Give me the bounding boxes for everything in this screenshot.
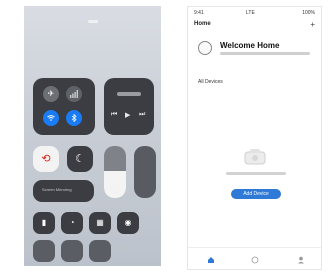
orientation-lock-icon: ⟲ xyxy=(41,152,51,165)
profile-icon xyxy=(298,256,304,264)
wifi-toggle[interactable] xyxy=(43,110,59,126)
calculator-button[interactable]: ▦ xyxy=(89,212,111,234)
control-button-1[interactable] xyxy=(33,240,55,262)
bluetooth-icon xyxy=(66,110,82,126)
brightness-sun-icon xyxy=(110,184,120,194)
status-carrier: LTE xyxy=(246,10,255,16)
moon-icon: ☾ xyxy=(75,152,85,165)
camera-icon: ◉ xyxy=(124,218,132,227)
camera-button[interactable]: ◉ xyxy=(117,212,139,234)
add-device-button[interactable]: Add Device xyxy=(231,189,281,199)
control-button-3[interactable] xyxy=(89,240,111,262)
flashlight-icon: ▮ xyxy=(41,218,47,227)
home-header: Welcome Home xyxy=(198,37,316,67)
cellular-icon xyxy=(66,86,82,102)
orientation-lock-toggle[interactable]: ⟲ xyxy=(33,146,59,172)
tab-smart[interactable] xyxy=(250,255,260,265)
bluetooth-toggle[interactable] xyxy=(66,110,82,126)
avatar[interactable] xyxy=(198,41,212,55)
timer-icon: ◔ xyxy=(69,218,75,227)
smart-icon xyxy=(251,256,259,264)
do-not-disturb-toggle[interactable]: ☾ xyxy=(67,146,93,172)
home-title: Welcome Home xyxy=(220,41,280,50)
connectivity-module: ✈ xyxy=(33,78,95,135)
status-time: 9:41 xyxy=(194,10,204,16)
control-button-2[interactable] xyxy=(61,240,83,262)
tab-home[interactable] xyxy=(206,255,216,265)
control-center-screen: ✈ ⏮ ▶ ⏭ ⟲ ☾ Screen Mirroring ▮ ◔ ▦ ◉ xyxy=(24,6,161,266)
airplane-mode-toggle[interactable]: ✈ xyxy=(43,86,59,102)
screen-mirroring-label: Screen Mirroring xyxy=(42,187,72,192)
dismiss-grabber[interactable] xyxy=(88,20,98,23)
volume-slider[interactable] xyxy=(134,146,156,198)
home-subtitle-bar xyxy=(220,52,310,55)
next-track-button[interactable]: ⏭ xyxy=(139,111,145,119)
previous-track-button[interactable]: ⏮ xyxy=(111,111,117,119)
timer-button[interactable]: ◔ xyxy=(61,212,83,234)
airplane-icon: ✈ xyxy=(47,89,55,98)
cellular-toggle[interactable] xyxy=(66,86,82,102)
tab-profile[interactable] xyxy=(296,255,306,265)
wifi-icon xyxy=(43,110,59,126)
home-selector[interactable]: Home xyxy=(194,21,211,27)
app-screen: 9:41 LTE 100% Home + Welcome Home All De… xyxy=(187,6,322,270)
home-icon xyxy=(208,257,214,263)
flashlight-button[interactable]: ▮ xyxy=(33,212,55,234)
add-icon[interactable]: + xyxy=(310,20,315,29)
calculator-icon: ▦ xyxy=(96,218,104,227)
play-button[interactable]: ▶ xyxy=(125,111,130,119)
no-device-icon xyxy=(244,149,266,165)
section-title: All Devices xyxy=(198,79,223,85)
music-module[interactable]: ⏮ ▶ ⏭ xyxy=(104,78,154,135)
tab-bar xyxy=(188,247,321,269)
nav-bar: Home + xyxy=(194,20,315,31)
empty-state-text xyxy=(226,172,286,175)
status-battery: 100% xyxy=(302,10,315,16)
music-title xyxy=(117,92,141,96)
